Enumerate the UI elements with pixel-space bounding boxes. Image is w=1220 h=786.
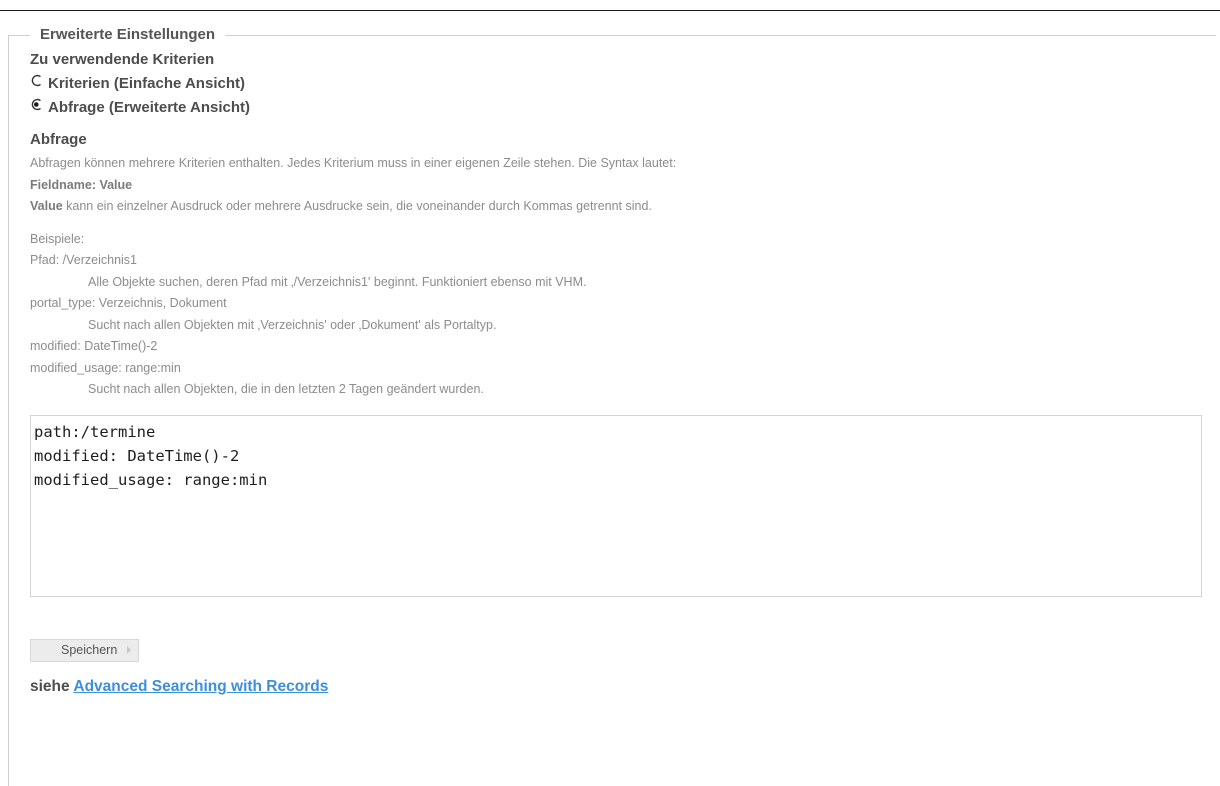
example-desc: Sucht nach allen Objekten, die in den le…: [88, 382, 484, 396]
query-label: Abfrage: [30, 131, 87, 148]
example-code: modified: DateTime()-2: [30, 339, 158, 353]
criteria-group: Zu verwendende Kriterien Kriterien (Einf…: [30, 51, 1216, 119]
examples-heading: Beispiele:: [30, 231, 85, 246]
help-value-term: Value: [30, 199, 63, 213]
fieldset-legend: Erweiterte Einstellungen: [40, 26, 216, 43]
help-value-desc: Value kann ein einzelner Ausdruck oder m…: [30, 196, 1216, 218]
radio-simple-view-label: Kriterien (Einfache Ansicht): [48, 74, 245, 92]
radio-simple-view[interactable]: Kriterien (Einfache Ansicht): [30, 71, 1216, 95]
actions-bar: Speichern: [30, 638, 1216, 662]
see-also: siehe Advanced Searching with Records: [30, 678, 1216, 696]
example-code: portal_type: Verzeichnis, Dokument: [30, 296, 227, 310]
see-also-prefix: siehe: [30, 677, 70, 695]
help-value-text: kann ein einzelner Ausdruck oder mehrere…: [62, 199, 652, 213]
radio-advanced-view[interactable]: Abfrage (Erweiterte Ansicht): [30, 95, 1216, 119]
query-textarea[interactable]: path:/termine modified: DateTime()-2 mod…: [30, 414, 1202, 597]
advanced-settings-fieldset: Erweiterte Einstellungen Zu verwendende …: [8, 26, 1216, 786]
criteria-label: Zu verwendende Kriterien: [30, 51, 215, 68]
radio-advanced-view-label: Abfrage (Erweiterte Ansicht): [48, 98, 250, 116]
example-desc: Sucht nach allen Objekten mit ‚Verzeichn…: [88, 317, 497, 332]
arrow-right-icon: [127, 646, 132, 654]
query-group: Abfrage Abfragen können mehrere Kriterie…: [30, 131, 1216, 597]
query-help: Abfragen können mehrere Kriterien enthal…: [30, 153, 1216, 401]
advanced-searching-link[interactable]: Advanced Searching with Records: [73, 678, 328, 695]
example-code: modified_usage: range:min: [30, 360, 181, 375]
example-desc: Alle Objekte suchen, deren Pfad mit ‚/Ve…: [88, 274, 587, 289]
save-button[interactable]: Speichern: [30, 638, 140, 662]
help-syntax: Fieldname: Value: [30, 175, 1216, 197]
top-divider: [0, 10, 1220, 11]
help-syntax-line: Fieldname: Value: [30, 177, 133, 192]
example-code: Pfad: /Verzeichnis1: [30, 253, 138, 267]
save-button-label: Speichern: [61, 643, 118, 657]
radio-checked-icon[interactable]: [30, 98, 43, 114]
radio-unchecked-icon[interactable]: [30, 74, 43, 90]
help-intro: Abfragen können mehrere Kriterien enthal…: [30, 156, 677, 170]
